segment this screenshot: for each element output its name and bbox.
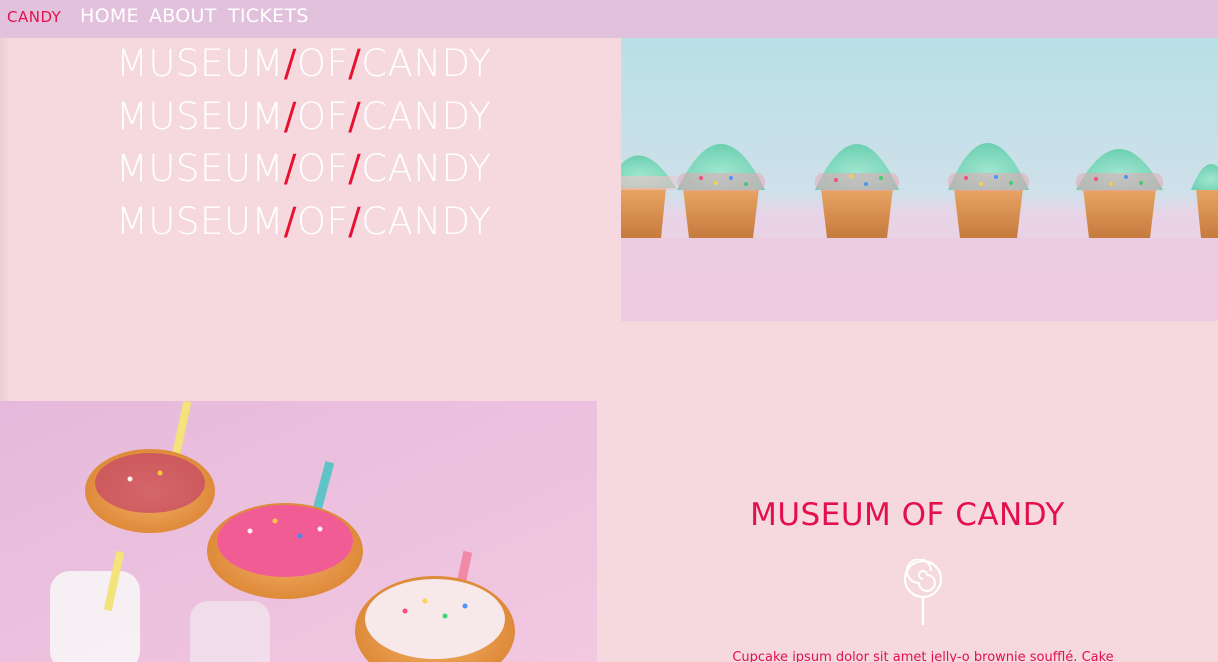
title-word-of: OF	[296, 42, 349, 85]
info-heading: MUSEUM OF CANDY	[750, 497, 1065, 533]
donuts-illustration	[0, 401, 597, 662]
title-word-museum: MUSEUM	[116, 147, 284, 190]
donuts-photo	[0, 401, 597, 662]
hero-title-line: MUSEUM/OF/CANDY	[116, 200, 492, 243]
lollipop-icon	[901, 558, 945, 631]
brand-logo-link[interactable]: CANDY	[7, 8, 61, 26]
cupcakes-photo	[621, 38, 1218, 321]
hero-title-line: MUSEUM/OF/CANDY	[116, 42, 492, 85]
title-slash: /	[348, 42, 362, 85]
title-word-of: OF	[296, 200, 349, 243]
title-slash: /	[348, 200, 362, 243]
title-slash: /	[283, 95, 297, 138]
title-word-of: OF	[296, 147, 349, 190]
info-paragraph: Cupcake ipsum dolor sit amet jelly-o bro…	[732, 650, 1114, 662]
title-word-candy: CANDY	[361, 147, 492, 190]
title-word-candy: CANDY	[361, 200, 492, 243]
hero-title-line: MUSEUM/OF/CANDY	[116, 95, 492, 138]
title-word-of: OF	[296, 95, 349, 138]
title-slash: /	[283, 42, 297, 85]
title-slash: /	[283, 147, 297, 190]
title-word-candy: CANDY	[361, 42, 492, 85]
cupcakes-illustration	[621, 38, 1218, 321]
nav-link-home[interactable]: HOME	[80, 5, 139, 27]
top-navbar: CANDY HOME ABOUT TICKETS	[0, 0, 1218, 38]
title-slash: /	[348, 147, 362, 190]
hero-title-line: MUSEUM/OF/CANDY	[116, 147, 492, 190]
title-word-museum: MUSEUM	[116, 95, 284, 138]
title-word-candy: CANDY	[361, 95, 492, 138]
nav-link-tickets[interactable]: TICKETS	[228, 5, 309, 27]
title-word-museum: MUSEUM	[116, 42, 284, 85]
title-slash: /	[283, 200, 297, 243]
nav-link-about[interactable]: ABOUT	[149, 5, 217, 27]
panel-shadow	[0, 38, 10, 401]
title-word-museum: MUSEUM	[116, 200, 284, 243]
title-slash: /	[348, 95, 362, 138]
